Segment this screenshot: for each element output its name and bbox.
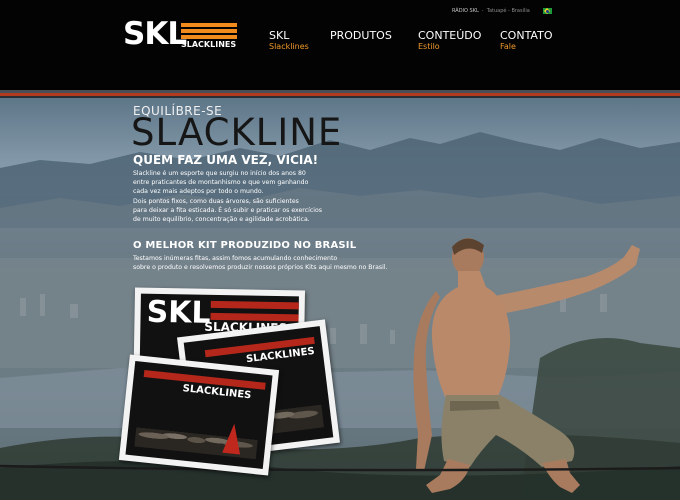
logo-stripe (181, 35, 237, 39)
nav-title: CONTATO (500, 29, 553, 42)
photo-image: SLACKLINES (125, 361, 273, 469)
nav-subtitle: Fale (500, 42, 516, 51)
logo-subtitle: SLACKLINES (181, 40, 237, 49)
header-divider (0, 96, 680, 98)
skl-logo[interactable]: SKL SLACKLINES (123, 17, 239, 53)
kit-paragraph: Testamos inúmeras fitas, assim fomos acu… (133, 254, 388, 272)
hero-tagline: QUEM FAZ UMA VEZ, VICIA! (133, 153, 319, 167)
photo-red-trophy (222, 422, 244, 455)
radio-link[interactable]: RÁDIO SKL (452, 8, 479, 14)
nav-title: CONTEÚDO (418, 29, 482, 42)
slackliner-figure (413, 238, 640, 493)
nav-subtitle: Slacklines (269, 42, 309, 51)
nav-item-conteudo[interactable]: CONTEÚDO Estilo (418, 30, 481, 52)
nav-subtitle: Estilo (418, 42, 440, 51)
utility-bar: RÁDIO SKL · Tatuapé - Brasília (452, 8, 530, 14)
logo-stripe (181, 23, 237, 27)
photo-brand-text: SKL (146, 294, 211, 331)
logo-wordmark: SKL (123, 16, 187, 52)
gallery-photo[interactable]: SLACKLINES (118, 354, 280, 476)
paragraph-line: Slackline é um esporte que surgiu no iní… (133, 170, 306, 177)
nav-title: SKL (269, 29, 290, 42)
paragraph-line: de muito equilíbrio, concentração e agil… (133, 216, 310, 224)
paragraph-line: sobre o produto e resolvemos produzir no… (133, 264, 388, 272)
paragraph-line: para deixar a fita esticada. É só subir … (133, 206, 322, 214)
nav-item-produtos[interactable]: PRODUTOS (330, 30, 392, 42)
hero-headline: SLACKLINE (131, 111, 343, 154)
paragraph-line: Testamos inúmeras fitas, assim fomos acu… (133, 255, 338, 262)
nav-item-contato[interactable]: CONTATO Fale (500, 30, 552, 52)
logo-stripe (181, 29, 237, 33)
paragraph-line: Dois pontos fixos, como duas árvores, sã… (133, 197, 299, 205)
nav-item-skl[interactable]: SKL Slacklines (269, 30, 309, 52)
location-text: Tatuapé - Brasília (486, 8, 530, 14)
nav-title: PRODUTOS (330, 29, 392, 42)
photo-red-banner (210, 300, 299, 310)
slackline-webbing (0, 464, 680, 472)
paragraph-line: entre praticantes de montanhismo e que v… (133, 179, 309, 187)
paragraph-line: cada vez mais adeptos por todo o mundo. (133, 188, 264, 196)
site-header: SKL SLACKLINES RÁDIO SKL · Tatuapé - Bra… (0, 0, 680, 90)
brazil-flag-icon[interactable] (543, 8, 552, 14)
kit-heading: O MELHOR KIT PRODUZIDO NO BRASIL (133, 240, 357, 251)
intro-paragraph: Slackline é um esporte que surgiu no iní… (133, 169, 322, 224)
